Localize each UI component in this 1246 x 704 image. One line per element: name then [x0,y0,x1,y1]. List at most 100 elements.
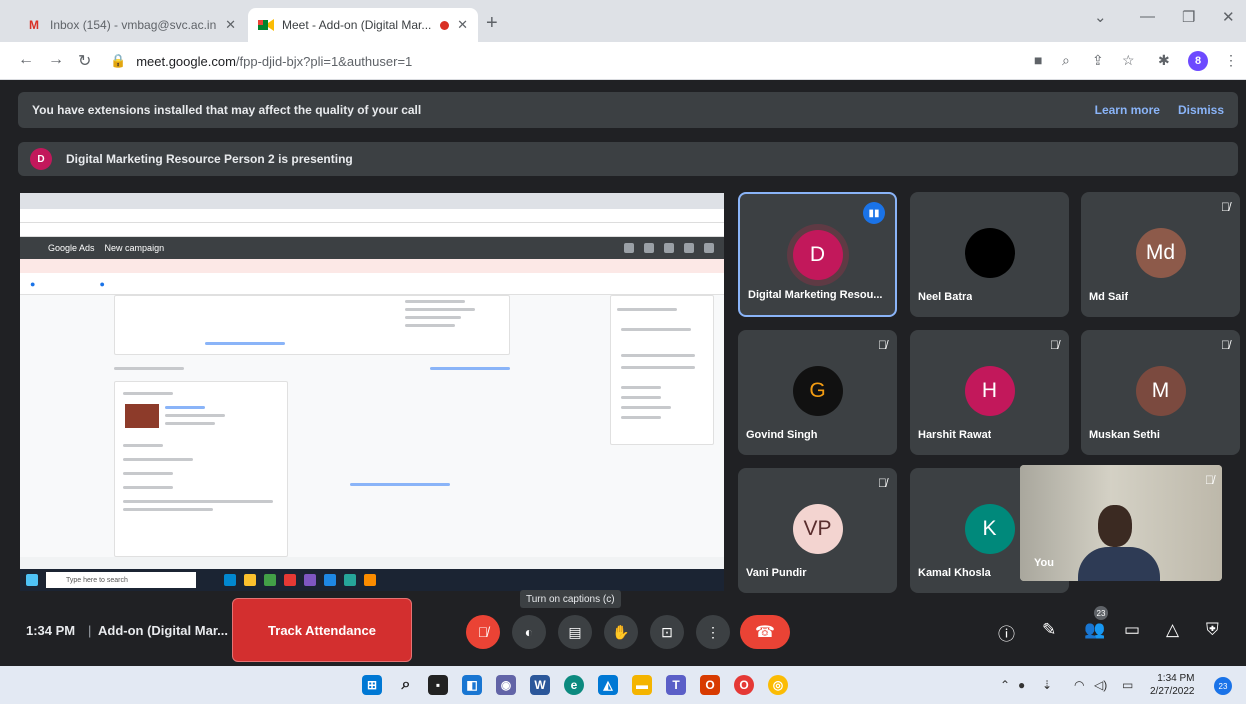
campaign-steps [20,273,724,295]
ad-preview-card [114,381,288,557]
usb-icon[interactable]: ⇣ [1042,678,1052,692]
present-button[interactable]: ⊡ [650,615,684,649]
search-icon[interactable]: ⌕ [396,675,416,695]
info-icon[interactable]: ⓘ [998,620,1015,645]
google-ads-header: Google Ads New campaign [20,237,724,259]
browser-tab-strip: M Inbox (154) - vmbag@svc.ac.in ✕ Meet -… [0,0,1246,42]
teams-icon[interactable]: T [666,675,686,695]
task-view-icon[interactable]: ▪ [428,675,448,695]
dismiss-link[interactable]: Dismiss [1178,103,1224,117]
participant-tile[interactable]: ▮▮ D Digital Marketing Resou... [738,192,897,317]
more-options-button[interactable]: ⋮ [696,615,730,649]
shared-windows-taskbar: Type here to search [20,569,724,591]
leave-call-button[interactable]: ☎ [740,615,790,649]
close-tab-icon[interactable]: ✕ [225,17,236,33]
edge-icon[interactable]: e [564,675,584,695]
host-controls-icon[interactable]: ⛨ [1206,620,1219,640]
raise-hand-button[interactable]: ✋ [604,615,638,649]
avatar: D [792,230,843,280]
chat-icon[interactable]: ▭ [1124,620,1140,640]
tab-meet[interactable]: Meet - Add-on (Digital Mar... ✕ [248,8,478,42]
close-window-button[interactable]: ✕ [1222,8,1235,26]
bookmark-star-icon[interactable]: ☆ [1122,52,1135,69]
tray-chevron-icon[interactable]: ⌃ [1000,678,1010,692]
forward-icon[interactable]: → [48,51,64,69]
teams-chat-icon[interactable]: ◉ [496,675,516,695]
tray-app-icon[interactable]: ● [1018,678,1025,692]
store-icon[interactable]: ◭ [598,675,618,695]
widgets-icon[interactable]: ◧ [462,675,482,695]
captions-button[interactable]: ▤ [558,615,592,649]
self-label: You [1034,557,1054,569]
windows-taskbar: ⊞ ⌕ ▪ ◧ ◉ W e ◭ ▬ T O O ◎ ⌃ ● ⇣ ◠ ◁) ▭ 1… [0,666,1246,704]
camera-button[interactable]: ◐ [512,615,546,649]
avatar: G [792,366,843,416]
profile-avatar[interactable]: 8 [1188,51,1208,71]
address-bar[interactable]: 🔒 meet.google.com/fpp-djid-bjx?pli=1&aut… [110,48,1010,74]
gmail-icon: M [29,18,39,32]
reload-icon[interactable]: ↻ [78,51,91,71]
presenting-banner: D Digital Marketing Resource Person 2 is… [18,142,1238,176]
shared-bookmarks-bar [20,223,724,237]
people-count-badge: 23 [1094,606,1108,620]
zoom-icon[interactable]: ⌕ [1062,52,1070,69]
tab-title: Inbox (154) - vmbag@svc.ac.in [50,18,217,32]
more-vert-icon: ⋮ [706,623,720,640]
wifi-icon[interactable]: ◠ [1074,678,1084,692]
avatar: K [964,504,1015,554]
participant-tile[interactable]: 🎙̸ H Harshit Rawat [910,330,1069,455]
participant-tile[interactable]: 🎙̸ G Govind Singh [738,330,897,455]
avatar [964,228,1015,278]
battery-icon[interactable]: ▭ [1122,678,1133,692]
avatar: M [1135,366,1186,416]
self-view-video[interactable]: You 🎙̸ [1020,465,1222,581]
participant-name: Govind Singh [746,429,818,441]
share-icon[interactable]: ⇪ [1092,52,1104,69]
meet-icon [258,17,274,33]
host-mute-icon[interactable]: ✎ [1042,620,1056,640]
campaign-body [20,295,724,557]
meeting-time: 1:34 PM [26,623,76,638]
shared-screen: Google Ads New campaign ● ● Type here to… [20,193,724,591]
participant-tile[interactable]: Neel Batra [910,192,1069,317]
close-tab-icon[interactable]: ✕ [457,17,468,33]
track-attendance-button[interactable]: Track Attendance [232,598,412,662]
back-icon[interactable]: ← [18,51,34,69]
minimize-button[interactable]: — [1140,8,1155,25]
lock-icon: 🔒 [110,53,127,68]
ads-page-title: New campaign [104,243,165,253]
people-icon[interactable]: 👥 [1084,620,1105,640]
tab-gmail[interactable]: M Inbox (154) - vmbag@svc.ac.in ✕ [16,8,246,42]
participant-tile[interactable]: 🎙̸ VP Vani Pundir [738,468,897,593]
office-icon[interactable]: O [700,675,720,695]
word-icon[interactable]: W [530,675,550,695]
maximize-button[interactable]: ❐ [1182,8,1195,26]
camera-icon[interactable]: ■ [1034,52,1042,68]
tab-search-icon[interactable]: ⌄ [1094,8,1107,26]
menu-kebab-icon[interactable]: ⋮ [1224,52,1238,69]
mic-off-icon: 🎙̸ [477,624,489,640]
estimates-card [610,295,714,445]
ads-app-title: Google Ads [48,243,95,253]
participant-tile[interactable]: 🎙̸ M Muskan Sethi [1081,330,1240,455]
hand-icon: ✋ [612,623,630,640]
volume-icon[interactable]: ◁) [1094,678,1107,692]
presenting-text: Digital Marketing Resource Person 2 is p… [66,152,353,166]
mic-off-button[interactable]: 🎙̸ [466,615,500,649]
chrome-icon[interactable]: ◎ [768,675,788,695]
shared-address-bar [20,209,724,223]
learn-more-link[interactable]: Learn more [1095,103,1160,117]
mic-off-icon: 🎙̸ [1221,338,1230,352]
browser-toolbar: ← → ↻ 🔒 meet.google.com/fpp-djid-bjx?pli… [0,42,1246,80]
notification-badge[interactable]: 23 [1214,677,1232,695]
opera-icon[interactable]: O [734,675,754,695]
participant-tile[interactable]: 🎙̸ Md Md Saif [1081,192,1240,317]
meet-control-bar: 1:34 PM | Add-on (Digital Mar... Track A… [0,590,1246,666]
captions-tooltip: Turn on captions (c) [520,590,621,608]
extensions-icon[interactable]: ✱ [1158,52,1170,69]
new-tab-button[interactable]: + [486,12,498,35]
file-explorer-icon[interactable]: ▬ [632,675,652,695]
windows-start-icon[interactable]: ⊞ [362,675,382,695]
system-clock[interactable]: 1:34 PM 2/27/2022 [1150,672,1195,698]
activities-icon[interactable]: △ [1166,620,1179,640]
